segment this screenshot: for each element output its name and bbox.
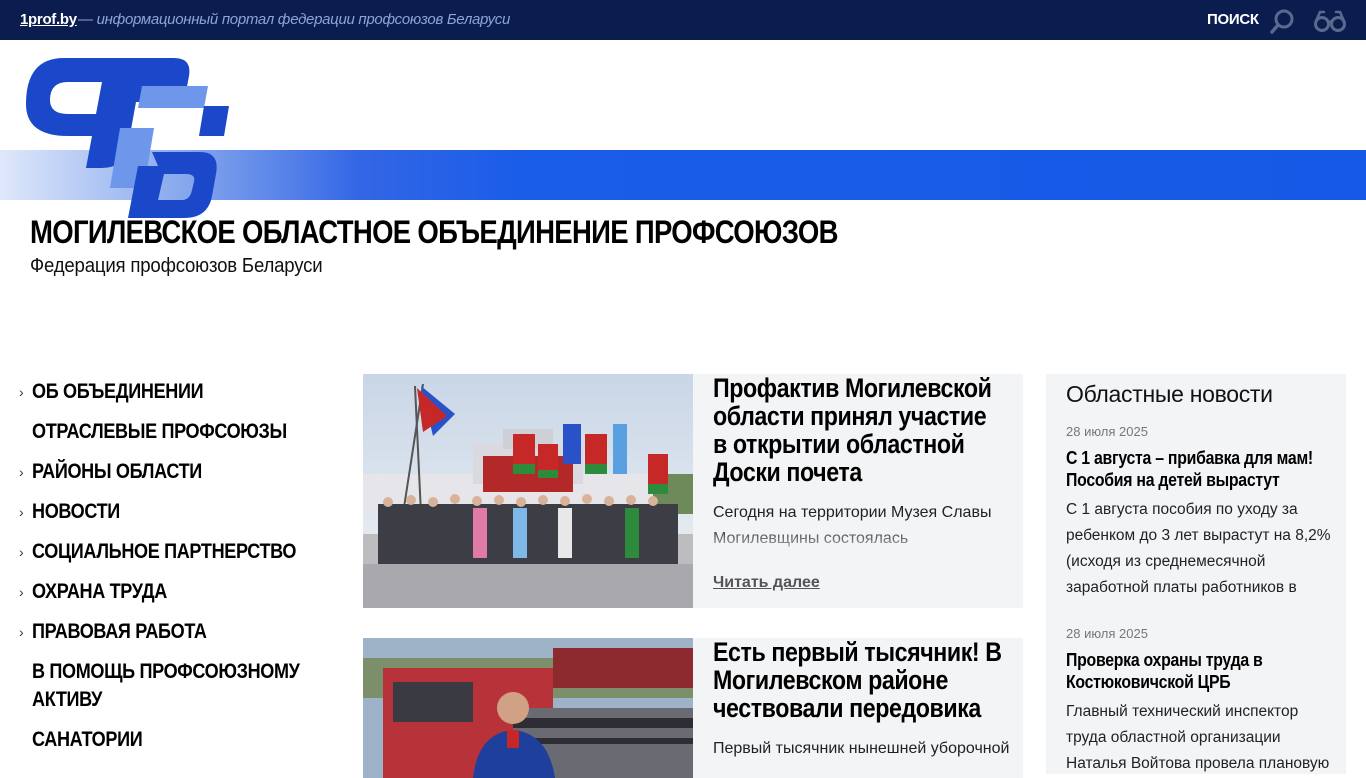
chevron-right-icon: › [19,384,24,400]
news-photo-image [363,638,693,778]
chevron-right-icon: › [19,504,24,520]
menu-item-news[interactable]: › НОВОСТИ [0,498,340,526]
menu-item-labor-safety[interactable]: › ОХРАНА ТРУДА [0,578,340,606]
site-tagline: — информационный портал федерации профсо… [78,11,511,28]
news-headline[interactable]: С 1 августа – прибавка для мам! Пособия … [1066,447,1334,491]
search-label[interactable]: ПОИСК [1207,11,1259,28]
org-title: МОГИЛЕВСКОЕ ОБЛАСТНОЕ ОБЪЕДИНЕНИЕ ПРОФСО… [30,214,838,250]
chevron-right-icon: › [19,464,24,480]
menu-item-districts[interactable]: › РАЙОНЫ ОБЛАСТИ [0,458,340,486]
org-subtitle: Федерация профсоюзов Беларуси [30,255,323,277]
news-date: 28 июля 2025 [1066,424,1148,439]
news-photo-image [363,374,693,608]
news-photo[interactable] [363,638,693,778]
chevron-right-icon: › [19,544,24,560]
chevron-right-icon: › [19,584,24,600]
menu-item-branch-unions[interactable]: ОТРАСЛЕВЫЕ ПРОФСОЮЗЫ [0,418,340,446]
chevron-right-icon: › [19,624,24,640]
news-title[interactable]: Есть первый тысячник! В Могилевском райо… [713,638,1005,722]
main-menu: › ОБ ОБЪЕДИНЕНИИ ОТРАСЛЕВЫЕ ПРОФСОЮЗЫ › РА… [0,378,340,766]
site-link[interactable]: 1prof.by [20,11,77,28]
read-more-link[interactable]: Читать далее [713,574,820,592]
menu-item-sanatoriums[interactable]: САНАТОРИИ [0,726,340,754]
regional-news-item: 28 июля 2025 С 1 августа – прибавка для … [1066,424,1334,601]
menu-item-legal[interactable]: › ПРАВОВАЯ РАБОТА [0,618,340,646]
regional-news-item: 28 июля 2025 Проверка охраны труда в Кос… [1066,626,1334,777]
low-vision-glasses-icon[interactable] [1313,9,1347,33]
regional-news-title: Областные новости [1066,381,1273,407]
news-date: 28 июля 2025 [1066,626,1148,641]
news-text: Главный технический инспектор труда обла… [1066,703,1330,772]
menu-item-about[interactable]: › ОБ ОБЪЕДИНЕНИИ [0,378,340,406]
fpb-logo[interactable] [24,56,234,220]
top-bar: 1prof.by — информационный портал федерац… [0,0,1366,40]
news-excerpt: Сегодня на территории Музея Славы Могиле… [713,504,992,547]
news-text: С 1 августа пособия по уходу за ребенком… [1066,501,1331,596]
news-excerpt: Первый тысячник нынешней уборочной [713,740,1010,757]
news-title[interactable]: Профактив Могилевской области принял уча… [713,374,1005,486]
news-photo[interactable] [363,374,693,608]
menu-item-social-partnership[interactable]: › СОЦИАЛЬНОЕ ПАРТНЕРСТВО [0,538,340,566]
news-card: Есть первый тысячник! В Могилевском райо… [363,638,1023,778]
menu-item-activist-help[interactable]: В ПОМОЩЬ ПРОФСОЮЗНОМУ АКТИВУ [0,658,340,714]
news-card: Профактив Могилевской области принял уча… [363,374,1023,608]
search-icon[interactable] [1270,8,1296,34]
news-headline[interactable]: Проверка охраны труда в Костюковичской Ц… [1066,649,1334,693]
regional-news-panel: Областные новости 28 июля 2025 С 1 авгус… [1046,374,1346,774]
